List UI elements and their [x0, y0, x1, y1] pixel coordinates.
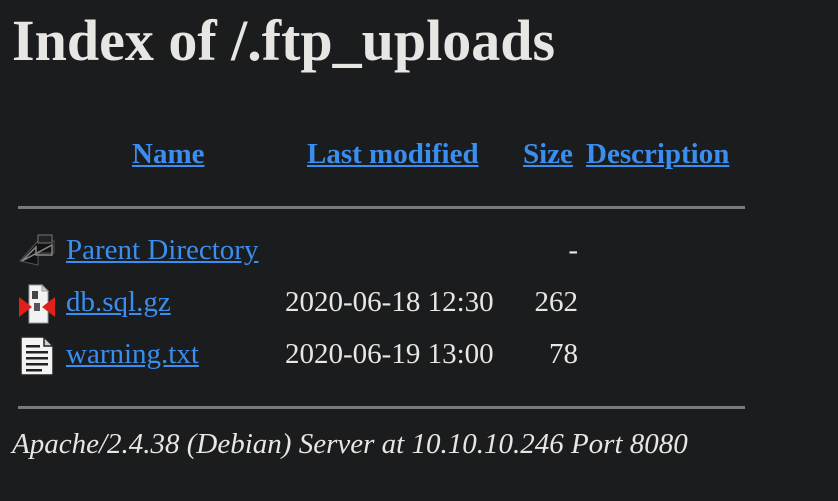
text-file-icon: [20, 335, 55, 376]
file-link-db-sql-gz[interactable]: db.sql.gz: [66, 284, 171, 320]
size-cell: 78: [549, 338, 578, 370]
directory-listing-page: Index of /.ftp_uploads Name Last modifie…: [0, 0, 838, 501]
size-cell: -: [568, 234, 578, 266]
compressed-file-icon: [19, 283, 55, 324]
sort-by-last-modified-link[interactable]: Last modified: [307, 136, 479, 172]
sort-by-description-link[interactable]: Description: [586, 136, 729, 172]
page-title: Index of /.ftp_uploads: [12, 8, 556, 73]
sort-by-size-link[interactable]: Size: [523, 136, 573, 172]
parent-directory-link[interactable]: Parent Directory: [66, 232, 258, 268]
server-signature: Apache/2.4.38 (Debian) Server at 10.10.1…: [12, 428, 688, 460]
file-link-warning-txt[interactable]: warning.txt: [66, 336, 199, 372]
sort-by-name-link[interactable]: Name: [132, 136, 204, 172]
back-arrow-icon: [19, 234, 55, 266]
bottom-divider: [18, 406, 745, 409]
top-divider: [18, 206, 745, 209]
last-modified-cell: 2020-06-19 13:00: [285, 338, 494, 370]
last-modified-cell: 2020-06-18 12:30: [285, 286, 494, 318]
size-cell: 262: [534, 286, 579, 318]
